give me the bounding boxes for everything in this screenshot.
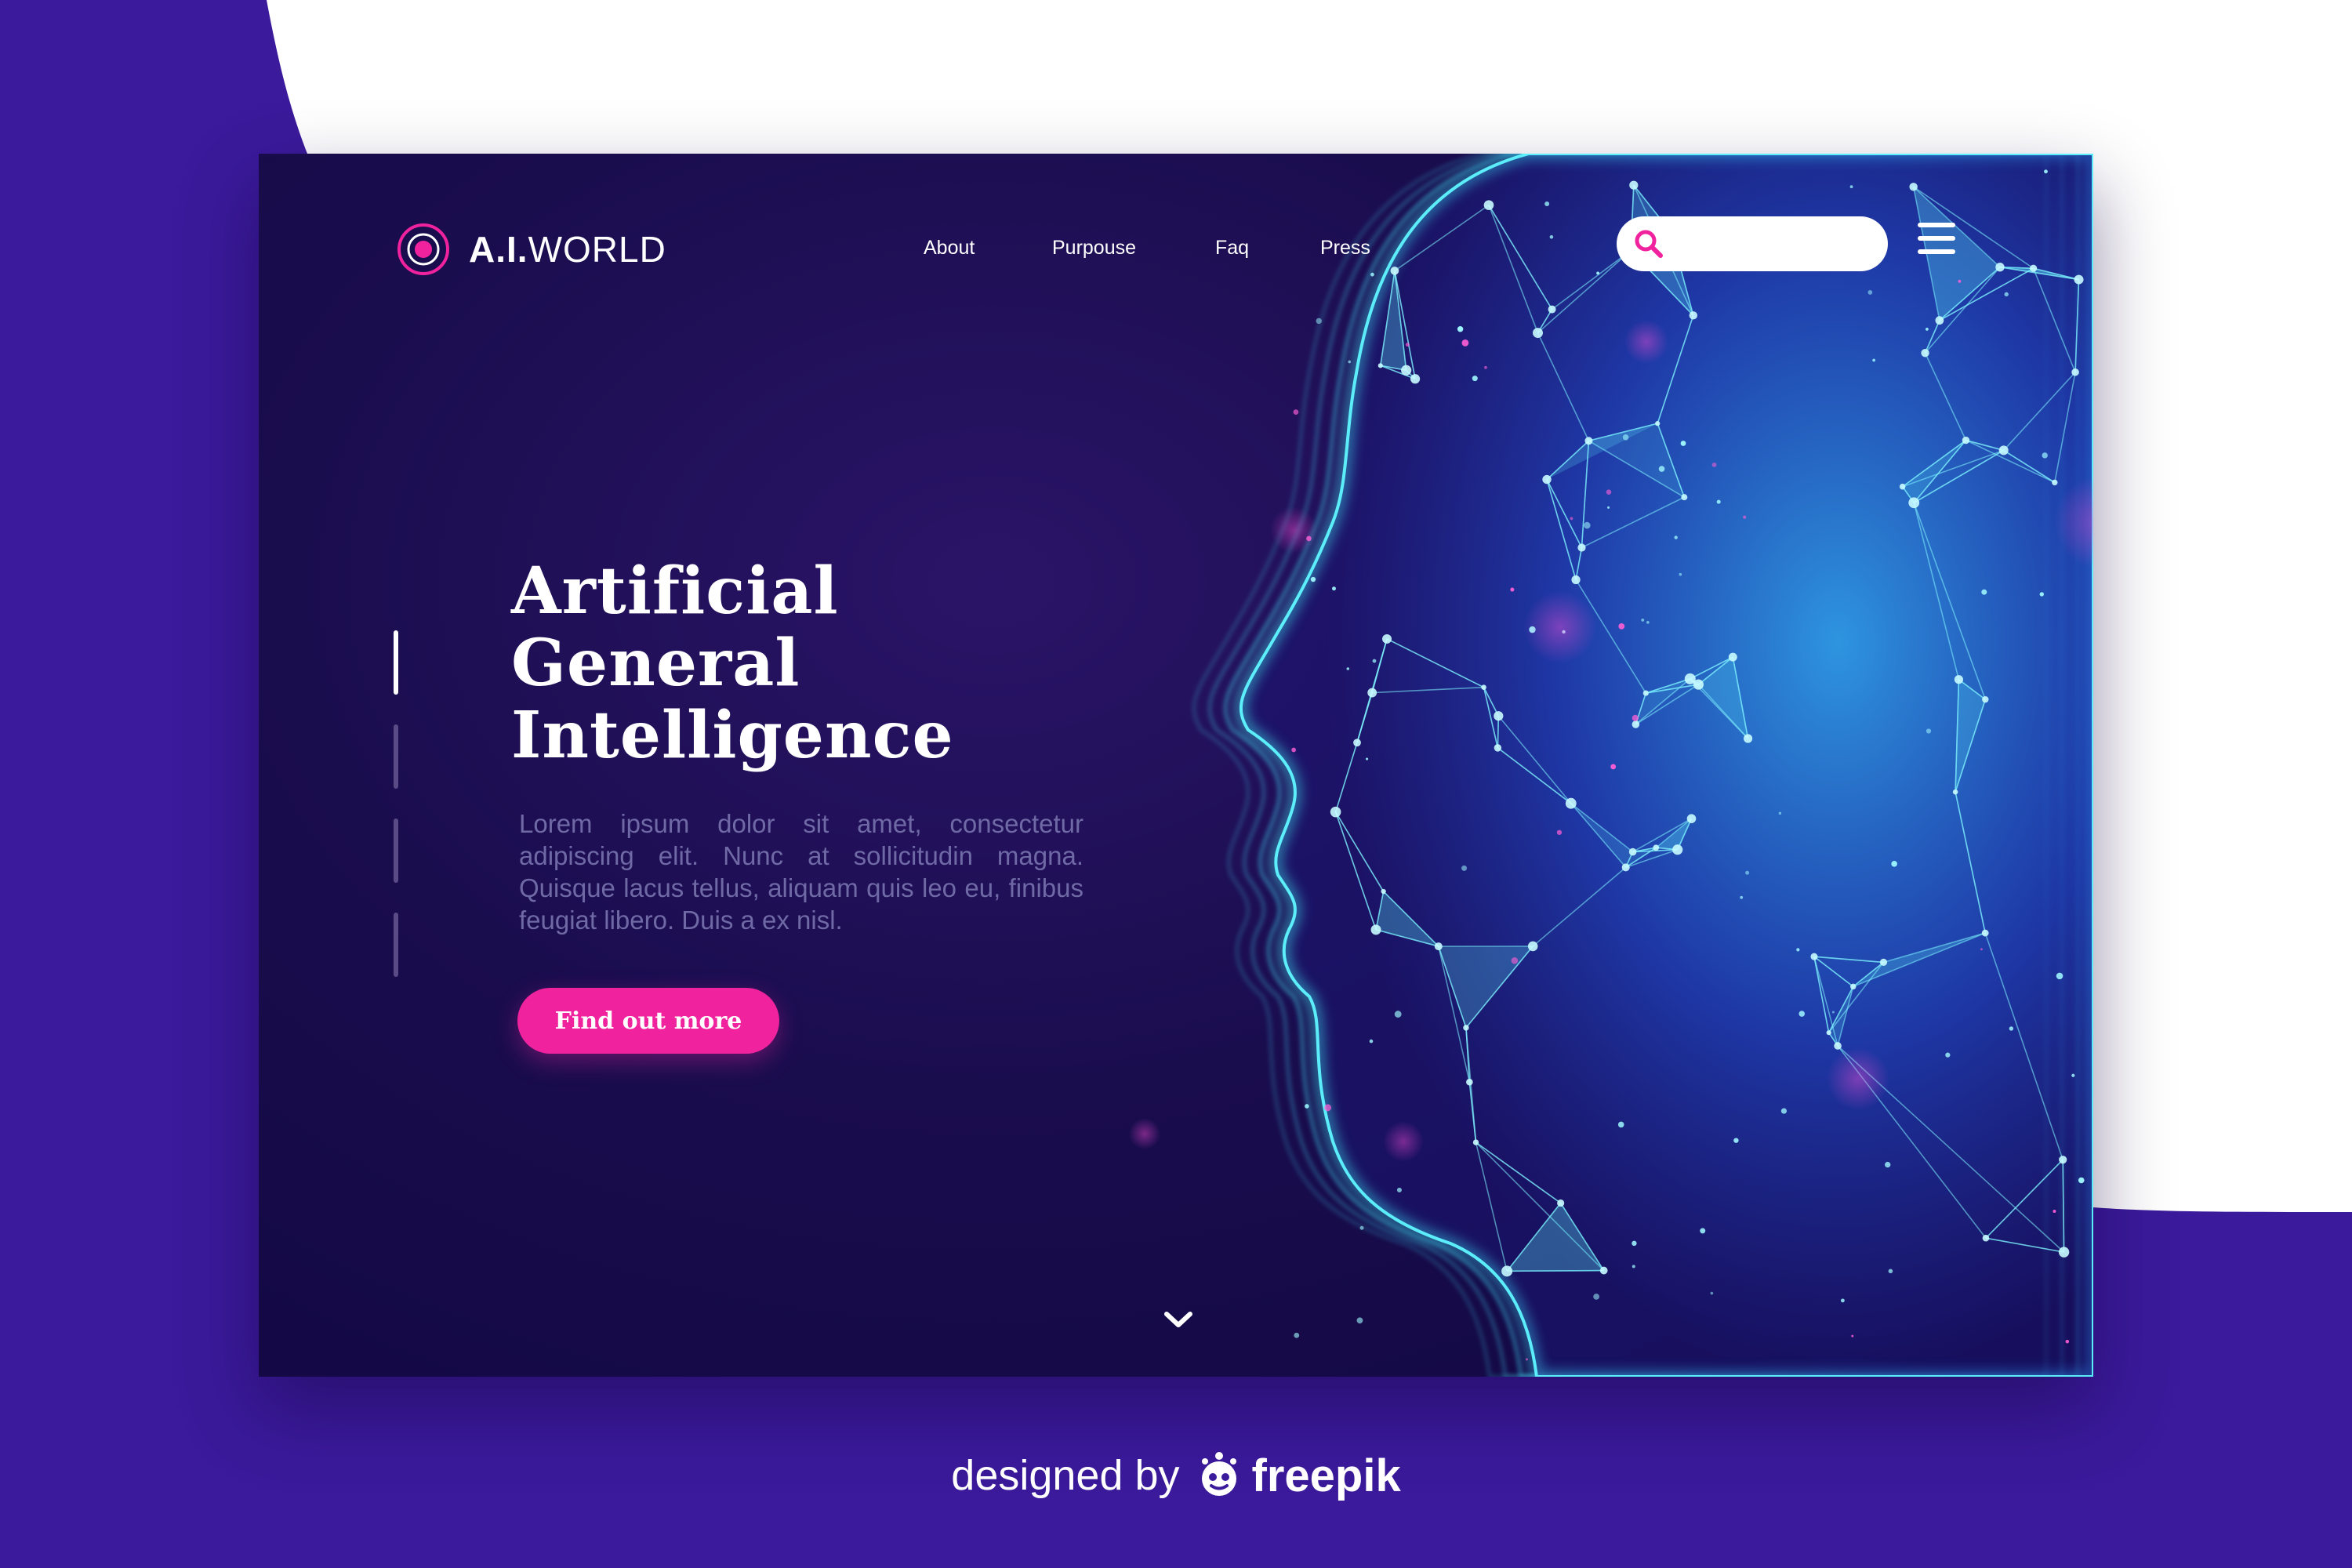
hero-title-line: Intelligence (511, 698, 954, 773)
freepik-logo-icon (1201, 1452, 1236, 1496)
search-input[interactable] (1678, 226, 1874, 262)
hamburger-menu-icon[interactable] (1918, 223, 1960, 256)
slide-indicator[interactable] (394, 724, 398, 789)
search-box (1617, 216, 1888, 271)
search-icon[interactable] (1632, 227, 1665, 260)
landing-card: A.I.WORLD About Purpouse Faq Press Artif… (259, 154, 2093, 1377)
hero-description: Lorem ipsum dolor sit amet, consectetur … (519, 809, 1083, 935)
hero-title-line: Artificial (511, 554, 839, 629)
nav-item-press[interactable]: Press (1320, 237, 1370, 260)
page: A.I.WORLD About Purpouse Faq Press Artif… (0, 0, 2352, 1568)
logo-text-light: WORLD (528, 229, 666, 270)
slide-indicator[interactable] (394, 818, 398, 883)
target-ring-icon (397, 223, 449, 275)
logo-text: A.I.WORLD (469, 228, 666, 270)
hero-title-line: General (511, 626, 800, 701)
find-out-more-button[interactable]: Find out more (517, 988, 779, 1054)
logo-text-bold: A.I. (469, 229, 528, 270)
slide-indicator[interactable] (394, 630, 398, 695)
slide-indicator[interactable] (394, 913, 398, 977)
designer-credit: designed by freepik (0, 1444, 2352, 1507)
nav-item-faq[interactable]: Faq (1215, 237, 1249, 260)
logo[interactable]: A.I.WORLD (395, 218, 666, 281)
hero-title: Artificial General Intelligence (511, 555, 954, 771)
chevron-down-icon[interactable] (1160, 1308, 1196, 1331)
nav-item-about[interactable]: About (924, 237, 975, 260)
credit-prefix: designed by (951, 1452, 1180, 1499)
credit-brand: freepik (1251, 1450, 1401, 1501)
nav-item-purpouse[interactable]: Purpouse (1052, 237, 1136, 260)
